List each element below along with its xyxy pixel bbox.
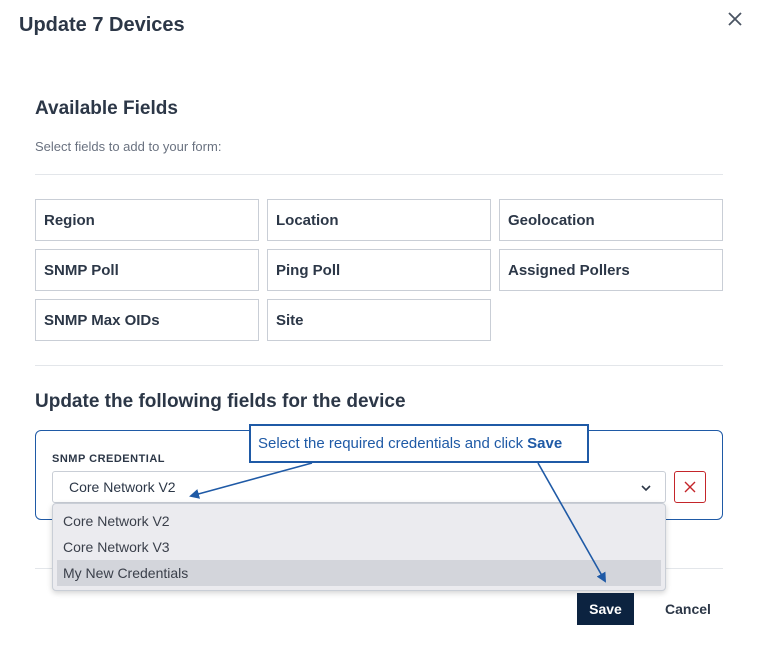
snmp-credential-value: Core Network V2 (69, 479, 176, 495)
callout-emphasis: Save (527, 435, 563, 452)
available-fields-hint: Select fields to add to your form: (35, 139, 222, 154)
available-fields-title: Available Fields (35, 98, 178, 119)
field-ping-poll-button[interactable]: Ping Poll (267, 249, 491, 291)
dropdown-option-highlighted[interactable]: My New Credentials (57, 560, 661, 586)
divider (35, 365, 723, 366)
x-icon (684, 481, 696, 493)
instruction-callout: Select the required credentials and clic… (249, 424, 589, 463)
field-site-button[interactable]: Site (267, 299, 491, 341)
close-icon (728, 12, 742, 26)
field-snmp-poll-button[interactable]: SNMP Poll (35, 249, 259, 291)
field-geolocation-button[interactable]: Geolocation (499, 199, 723, 241)
credential-dropdown: Core Network V2 Core Network V3 My New C… (52, 503, 666, 591)
field-region-button[interactable]: Region (35, 199, 259, 241)
dropdown-option[interactable]: Core Network V2 (53, 508, 661, 534)
remove-field-button[interactable] (674, 471, 706, 503)
field-assigned-pollers-button[interactable]: Assigned Pollers (499, 249, 723, 291)
modal-title: Update 7 Devices (19, 14, 185, 36)
update-fields-title: Update the following fields for the devi… (35, 391, 406, 412)
divider (35, 174, 723, 175)
callout-text: Select the required credentials and clic… (258, 435, 524, 452)
field-snmp-max-oids-button[interactable]: SNMP Max OIDs (35, 299, 259, 341)
field-grid: Region Location Geolocation SNMP Poll Pi… (35, 199, 723, 341)
snmp-credential-select[interactable]: Core Network V2 (52, 471, 666, 503)
field-location-button[interactable]: Location (267, 199, 491, 241)
close-button[interactable] (724, 8, 746, 30)
save-button[interactable]: Save (577, 593, 634, 625)
snmp-credential-label: SNMP CREDENTIAL (52, 453, 166, 465)
chevron-down-icon (641, 485, 651, 492)
dropdown-option[interactable]: Core Network V3 (53, 534, 661, 560)
cancel-button[interactable]: Cancel (658, 593, 718, 625)
